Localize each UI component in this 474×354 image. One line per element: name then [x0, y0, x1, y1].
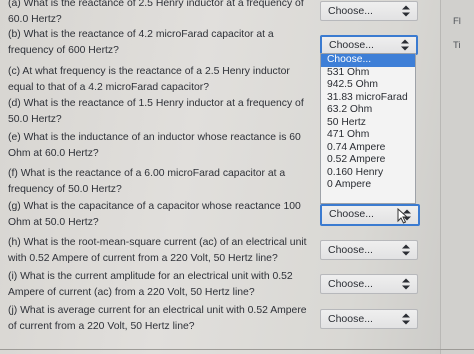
- question-a: (a) What is the reactance of 2.5 Henry i…: [8, 0, 304, 25]
- answer-select-a[interactable]: Choose...: [320, 1, 418, 21]
- answer-select-i[interactable]: Choose...: [320, 274, 418, 294]
- question-g: (g) What is the capacitance of a capacit…: [8, 201, 301, 228]
- answer-select-j[interactable]: Choose...: [320, 309, 418, 329]
- divider: [0, 349, 474, 350]
- question-j: (j) What is average current for an elect…: [8, 305, 307, 332]
- select-value: Choose...: [329, 208, 374, 220]
- dropdown-option[interactable]: 0 Ampere: [321, 179, 415, 192]
- dropdown-option[interactable]: 50 Hertz: [321, 117, 415, 130]
- side-panel-label: Fl: [453, 16, 461, 27]
- dropdown-option[interactable]: 531 Ohm: [321, 67, 415, 80]
- chevron-up-down-icon: [401, 39, 409, 51]
- chevron-up-down-icon: [402, 313, 410, 325]
- answer-dropdown-list: Choose... 531 Ohm 942.5 Ohm 31.83 microF…: [320, 53, 416, 204]
- question-h: (h) What is the root-mean-square current…: [8, 237, 307, 264]
- chevron-up-down-icon: [402, 278, 410, 290]
- question-d: (d) What is the reactance of 1.5 Henry i…: [8, 98, 304, 125]
- question-i: (i) What is the current amplitude for an…: [8, 271, 293, 298]
- question-b: (b) What is the reactance of 4.2 microFa…: [8, 29, 274, 56]
- dropdown-option[interactable]: 0.160 Henry: [321, 167, 415, 180]
- side-panel: Fl Ti: [440, 0, 474, 354]
- question-e: (e) What is the inductance of an inducto…: [8, 132, 301, 159]
- select-value: Choose...: [329, 39, 374, 51]
- dropdown-option[interactable]: 0.74 Ampere: [321, 142, 415, 155]
- dropdown-option[interactable]: 63.2 Ohm: [321, 104, 415, 117]
- answer-select-b[interactable]: Choose...: [320, 35, 418, 55]
- question-f: (f) What is the reactance of a 6.00 micr…: [8, 168, 286, 195]
- select-value: Choose...: [328, 278, 373, 290]
- dropdown-option[interactable]: 942.5 Ohm: [321, 79, 415, 92]
- dropdown-option[interactable]: 0.52 Ampere: [321, 154, 415, 167]
- dropdown-option[interactable]: 471 Ohm: [321, 129, 415, 142]
- chevron-up-down-icon: [402, 5, 410, 17]
- answer-select-h[interactable]: Choose...: [320, 240, 418, 260]
- chevron-up-down-icon: [402, 244, 410, 256]
- dropdown-option[interactable]: Choose...: [321, 54, 415, 67]
- quiz-page: (a) What is the reactance of 2.5 Henry i…: [0, 0, 474, 354]
- select-value: Choose...: [328, 313, 373, 325]
- side-panel-label: Ti: [453, 40, 461, 51]
- dropdown-option[interactable]: 31.83 microFarad: [321, 92, 415, 105]
- select-value: Choose...: [328, 5, 373, 17]
- mouse-cursor-icon: [397, 208, 408, 224]
- select-value: Choose...: [328, 244, 373, 256]
- question-c: (c) At what frequency is the reactance o…: [8, 66, 290, 93]
